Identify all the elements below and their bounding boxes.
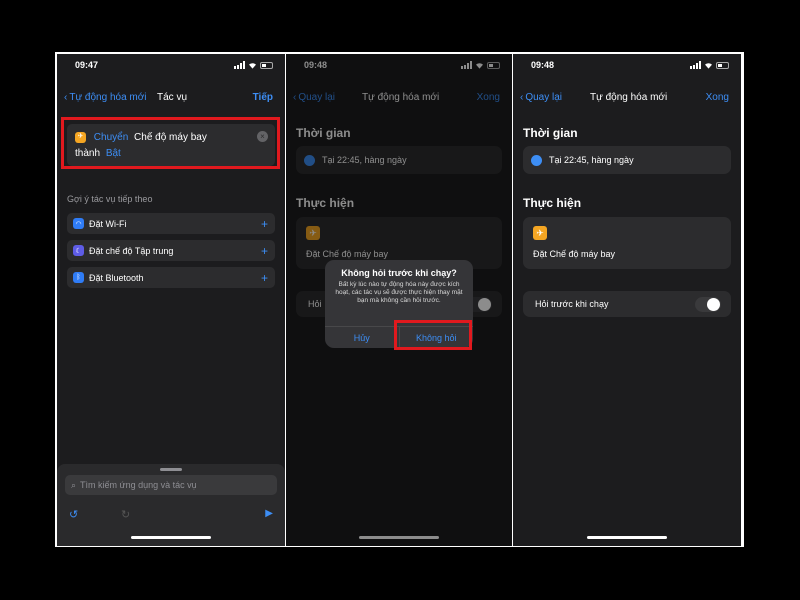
home-indicator [587,536,667,539]
done-button[interactable]: Xong [706,92,729,103]
navigation-bar: ‹ Quay lại Tự động hóa mới Xong [513,88,741,108]
suggestion-wifi[interactable]: ◠ Đặt Wi-Fi + [67,213,275,234]
chevron-left-icon: ‹ [520,92,524,103]
ask-toggle[interactable] [695,297,721,312]
search-input[interactable]: ⌕ Tìm kiếm ứng dụng và tác vụ [65,475,277,495]
wifi-status-icon [249,62,256,69]
wifi-status-icon [705,62,712,69]
moon-icon: ☾ [73,245,84,256]
highlight-action-box [61,117,280,169]
status-bar: 09:47 [57,60,285,74]
back-button[interactable]: ‹ Quay lại [520,92,562,103]
ask-card[interactable]: Hỏi trước khi chạy [523,291,731,317]
suggestions-title: Gợi ý tác vụ tiếp theo [67,194,153,204]
status-bar: 09:48 [513,60,741,74]
suggestion-focus[interactable]: ☾ Đặt chế độ Tập trung + [67,240,275,261]
suggestion-label: Đặt Wi-Fi [89,218,127,229]
home-indicator [131,536,211,539]
phone-screen-new-automation: 09:48 ‹ Quay lại Tự động hóa mới Xong Thờ… [513,54,741,546]
cellular-signal-icon [690,61,701,69]
suggestion-label: Đặt chế độ Tập trung [89,245,174,256]
search-icon: ⌕ [71,479,77,490]
action-label: Đặt Chế độ máy bay [533,249,616,259]
add-icon[interactable]: + [261,271,268,285]
page-title: Tự động hóa mới [590,92,668,103]
time-heading: Thời gian [523,126,578,140]
chevron-left-icon: ‹ [64,92,68,103]
back-button[interactable]: ‹ Tự động hóa mới [64,92,147,103]
navigation-bar: ‹ Tự động hóa mới Tác vụ Tiếp [57,88,285,108]
alert-cancel-button[interactable]: Hủy [325,327,399,348]
status-time: 09:47 [75,60,99,70]
alert-message: Bất kỳ lúc nào tự động hóa này được kích… [335,281,463,304]
battery-icon [260,61,273,69]
add-icon[interactable]: + [261,217,268,231]
wifi-icon: ◠ [73,218,84,229]
clock-icon [531,154,542,166]
cellular-signal-icon [234,61,245,69]
redo-icon[interactable]: ↻ [121,508,130,521]
time-value: Tại 22:45, hàng ngày [549,155,634,165]
search-placeholder: Tìm kiếm ứng dụng và tác vụ [80,480,197,490]
status-time: 09:48 [531,60,555,70]
do-heading: Thực hiện [523,196,582,210]
suggestion-label: Đặt Bluetooth [89,272,144,283]
next-button[interactable]: Tiếp [253,92,273,103]
alert-title: Không hỏi trước khi chạy? [341,268,457,278]
suggestion-bluetooth[interactable]: ᛒ Đặt Bluetooth + [67,267,275,288]
phone-screen-new-automation-alert: 09:48 ‹ Quay lại Tự động hóa mới Xong Thờ… [286,54,512,546]
add-icon[interactable]: + [261,244,268,258]
time-card[interactable]: Tại 22:45, hàng ngày [523,146,731,174]
bluetooth-icon: ᛒ [73,272,84,283]
airplane-mode-icon: ✈ [533,226,547,240]
play-icon[interactable]: ▶ [265,508,273,519]
page-title: Tác vụ [157,92,188,103]
sheet-grabber[interactable] [160,468,182,471]
battery-icon [716,61,729,69]
back-label: Quay lại [525,92,563,103]
action-card[interactable]: ✈ Đặt Chế độ máy bay [523,217,731,269]
highlight-confirm-box [394,320,472,350]
search-sheet: ⌕ Tìm kiếm ứng dụng và tác vụ ↺ ↻ ▶ [57,464,285,546]
ask-label: Hỏi trước khi chạy [535,299,609,309]
back-label: Tự động hóa mới [69,92,147,103]
undo-icon[interactable]: ↺ [69,508,78,521]
